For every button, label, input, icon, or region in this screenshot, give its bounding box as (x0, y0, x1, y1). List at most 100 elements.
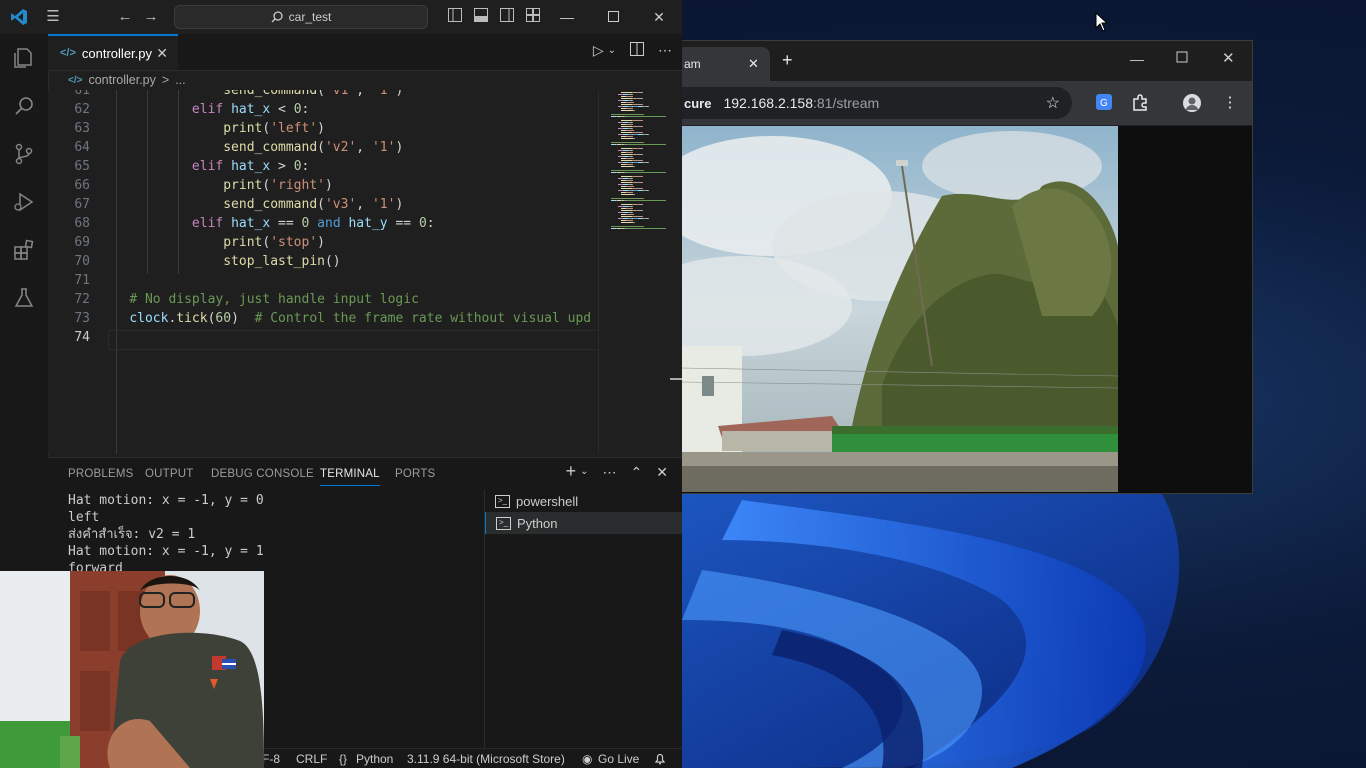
minimap-stroke (642, 160, 643, 161)
minimap-stroke (648, 162, 649, 163)
minimap-stroke (632, 150, 633, 151)
address-bar[interactable]: cure 192.168.2.158:81/stream ☆ (682, 87, 1072, 119)
code-line: 65 elif hat_x > 0: (48, 157, 598, 176)
minimize-icon[interactable]: — (1130, 51, 1144, 67)
minimap-stroke (633, 166, 635, 167)
terminal-icon: >_ (495, 494, 510, 508)
scrollbar-thumb[interactable] (670, 378, 682, 380)
code-line: 61 send_command('v1', '1') (48, 90, 598, 100)
minimize-icon[interactable]: — (552, 6, 582, 28)
close-window-icon[interactable]: ✕ (1222, 49, 1235, 67)
vscode-titlebar: ☰ ← → car_test — ✕ (0, 0, 682, 35)
chevron-down-icon[interactable]: ⌄ (608, 45, 616, 59)
minimap-stroke (621, 110, 633, 111)
minimap-stroke (611, 198, 644, 199)
browser-menu-icon[interactable]: ⋮ (1220, 93, 1240, 113)
maximize-icon[interactable] (1176, 50, 1188, 68)
minimap-stroke (621, 120, 632, 121)
minimap-stroke (642, 98, 643, 99)
profile-avatar-icon[interactable] (1182, 93, 1202, 113)
line-number: 63 (74, 121, 90, 136)
chevron-down-icon[interactable]: ⌄ (580, 466, 588, 481)
terminal-session-powershell[interactable]: >_ powershell (485, 490, 682, 512)
testing-flask-icon[interactable] (10, 284, 38, 312)
tab-output[interactable]: OUTPUT (145, 468, 193, 480)
code-line: 68 elif hat_x == 0 and hat_y == 0: (48, 214, 598, 233)
customize-layout-icon[interactable] (524, 8, 542, 26)
minimap[interactable] (598, 90, 673, 454)
code-line: 62 elif hat_x < 0: (48, 100, 598, 119)
minimap-stroke (621, 104, 632, 105)
python-file-icon: </> (68, 74, 83, 86)
close-window-icon[interactable]: ✕ (644, 6, 674, 28)
browser-viewport (682, 126, 1252, 493)
toggle-primary-sidebar-icon[interactable] (446, 8, 464, 26)
code-text: print('left') (223, 121, 325, 136)
tab-debug-console[interactable]: DEBUG CONSOLE (211, 468, 314, 480)
search-icon[interactable] (10, 92, 38, 120)
status-go-live[interactable]: Go Live (598, 752, 639, 766)
minimap-stroke (621, 148, 632, 149)
maximize-panel-icon[interactable]: ⌃ (631, 464, 643, 481)
minimap-stroke (621, 204, 632, 205)
terminal-session-python[interactable]: >_ Python (485, 512, 682, 534)
source-control-icon[interactable] (10, 140, 38, 168)
camera-stream-image (682, 126, 1118, 492)
translate-extension-icon[interactable]: G (1094, 93, 1114, 113)
code-line: 66 print('right') (48, 176, 598, 195)
minimap-stroke (633, 102, 634, 103)
breadcrumb-file[interactable]: controller.py (88, 73, 155, 87)
status-encoding[interactable]: F-8 (262, 752, 280, 766)
run-python-file-icon[interactable]: ▷ (593, 42, 604, 59)
minimap-stroke (633, 214, 634, 215)
new-tab-button[interactable]: + (782, 50, 793, 71)
code-text: clock.tick(60) # Control the frame rate … (129, 311, 592, 326)
toggle-secondary-sidebar-icon[interactable] (498, 8, 516, 26)
line-number: 67 (74, 197, 90, 212)
browser-tab-stream[interactable]: am ✕ (682, 47, 770, 81)
command-center-search[interactable]: car_test (174, 5, 428, 29)
breadcrumb-symbols[interactable]: ... (175, 73, 185, 87)
tab-terminal[interactable]: TERMINAL (320, 468, 380, 486)
tab-ports[interactable]: PORTS (395, 468, 435, 480)
close-panel-icon[interactable]: ✕ (656, 464, 668, 481)
status-interpreter[interactable]: 3.11.9 64-bit (Microsoft Store) (407, 752, 565, 766)
extensions-icon[interactable] (10, 236, 38, 264)
minimap-stroke (633, 110, 635, 111)
notifications-bell-icon[interactable] (654, 752, 666, 768)
code-line: 70 stop_last_pin() (48, 252, 598, 271)
toggle-panel-icon[interactable] (472, 8, 490, 26)
back-arrow-icon[interactable]: ← (116, 8, 134, 26)
browser-tab-strip: am ✕ + — ✕ (682, 41, 1252, 81)
split-editor-icon[interactable] (630, 42, 644, 59)
maximize-icon[interactable] (598, 6, 628, 28)
terminal-line: left (68, 510, 100, 525)
tab-problems[interactable]: PROBLEMS (68, 468, 134, 480)
minimap-stroke (642, 104, 643, 105)
close-tab-icon[interactable]: ✕ (156, 45, 168, 62)
terminal-icon: >_ (496, 516, 511, 530)
minimap-stroke (621, 132, 632, 133)
extensions-puzzle-icon[interactable] (1130, 93, 1150, 113)
new-terminal-icon[interactable]: + (566, 462, 577, 481)
code-text: elif hat_x < 0: (191, 102, 310, 117)
run-and-debug-icon[interactable] (10, 188, 38, 216)
code-editor[interactable]: 61 send_command('v1', '1') 62 elif hat_x … (48, 90, 598, 454)
braces-icon: {} (339, 752, 348, 766)
hamburger-menu-icon[interactable]: ☰ (44, 8, 62, 26)
tab-controller-py[interactable]: </> controller.py ✕ (48, 34, 178, 70)
code-text: send_command('v2', '1') (223, 140, 404, 155)
more-actions-icon[interactable]: ⋯ (603, 464, 617, 481)
status-eol[interactable]: CRLF (296, 752, 327, 766)
terminal-line: ส่งคำสำเร็จ: v2 = 1 (68, 527, 196, 542)
minimap-stroke (632, 164, 633, 165)
minimap-stroke (627, 228, 666, 229)
explorer-icon[interactable] (10, 44, 38, 72)
bookmark-star-icon[interactable]: ☆ (1046, 93, 1060, 113)
close-tab-icon[interactable]: ✕ (748, 56, 759, 72)
forward-arrow-icon[interactable]: → (142, 8, 160, 26)
status-language[interactable]: Python (356, 752, 393, 766)
more-actions-icon[interactable]: ⋯ (658, 42, 672, 59)
minimap-stroke (642, 182, 643, 183)
minimap-stroke (611, 114, 644, 115)
